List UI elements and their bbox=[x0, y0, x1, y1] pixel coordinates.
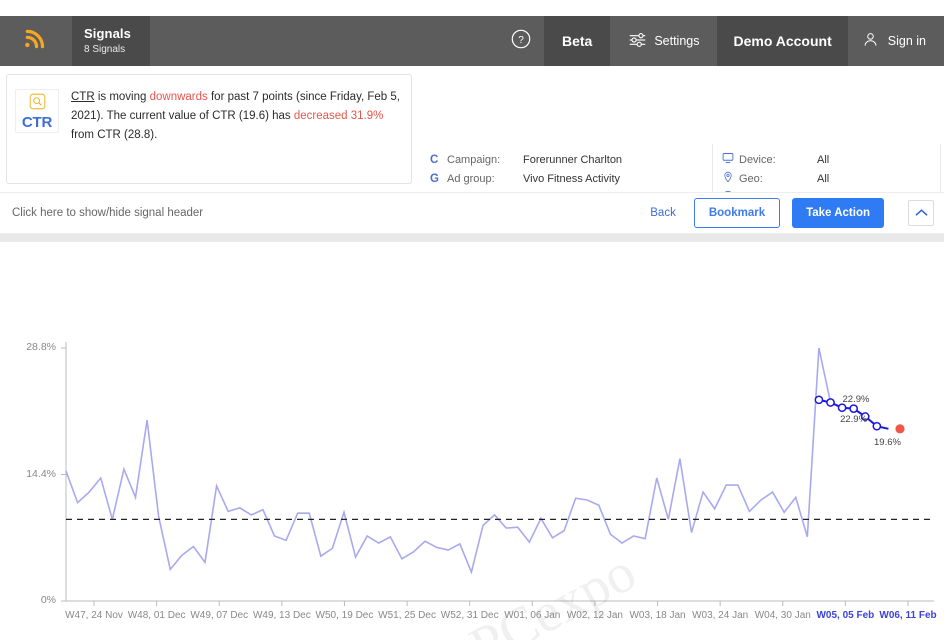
nav-beta-label: Beta bbox=[562, 33, 592, 49]
signal-summary-card: CTR CTR is moving downwards for past 7 p… bbox=[6, 74, 412, 184]
chart-toolbar: Zoom 0% Reset Cost Clicks Impres bbox=[0, 242, 944, 330]
chart-plot-area bbox=[0, 330, 944, 640]
meta-row-adgroup: G Ad group: Vivo Fitness Activity bbox=[430, 169, 635, 188]
ctr-line-chart: PPCexpo CTR 0%14.4%28.8% W47, 24 NovW48,… bbox=[0, 330, 944, 640]
x-tick-10: W03, 24 Jan bbox=[686, 610, 754, 621]
collapse-panel-button[interactable] bbox=[908, 200, 934, 226]
x-tick-7: W01, 06 Jan bbox=[498, 610, 566, 621]
meta-key-geo: Geo: bbox=[739, 173, 817, 185]
nav-settings-label: Settings bbox=[654, 34, 699, 48]
nav-account-label: Demo Account bbox=[733, 33, 831, 49]
meta-key-device: Device: bbox=[739, 154, 817, 166]
app-logo[interactable] bbox=[0, 16, 72, 66]
signal-metric-badge-label: CTR bbox=[22, 115, 52, 130]
nav-signals-title: Signals bbox=[84, 26, 150, 41]
nav-signin-label: Sign in bbox=[888, 34, 926, 48]
x-tick-6: W52, 31 Dec bbox=[436, 610, 504, 621]
svg-text:?: ? bbox=[518, 35, 524, 46]
signal-summary-text: CTR is moving downwards for past 7 point… bbox=[71, 87, 401, 183]
meta-row-geo: Geo: All bbox=[722, 169, 911, 188]
data-point-label-2: 19.6% bbox=[874, 437, 901, 448]
geo-pin-icon bbox=[722, 171, 739, 186]
adgroup-g-icon: G bbox=[430, 173, 447, 185]
magnifier-icon bbox=[29, 93, 46, 115]
y-tick-1: 14.4% bbox=[8, 468, 56, 480]
x-tick-9: W03, 18 Jan bbox=[624, 610, 692, 621]
x-tick-2: W49, 07 Dec bbox=[185, 610, 253, 621]
question-circle-icon: ? bbox=[510, 28, 532, 55]
signal-action-bar: Click here to show/hide signal header Ba… bbox=[0, 192, 944, 234]
meta-row-device: Device: All bbox=[722, 150, 911, 169]
meta-value-adgroup: Vivo Fitness Activity bbox=[523, 173, 620, 185]
x-tick-3: W49, 13 Dec bbox=[248, 610, 316, 621]
toggle-signal-header[interactable]: Click here to show/hide signal header bbox=[12, 207, 203, 219]
top-navigation-bar: Signals 8 Signals ? Beta bbox=[0, 16, 944, 66]
signal-text-part1: is moving bbox=[95, 91, 150, 103]
nav-signals-tab[interactable]: Signals 8 Signals bbox=[72, 16, 150, 66]
section-divider-band bbox=[0, 234, 944, 242]
data-point-label-0: 22.9% bbox=[843, 394, 870, 405]
nav-signals-count: 8 Signals bbox=[84, 43, 150, 57]
nav-signin-button[interactable]: Sign in bbox=[848, 16, 944, 66]
x-tick-8: W02, 12 Jan bbox=[561, 610, 629, 621]
signal-text-part3: from CTR (28.8). bbox=[71, 129, 157, 141]
nav-spacer bbox=[150, 16, 498, 66]
x-tick-0: W47, 24 Nov bbox=[60, 610, 128, 621]
signal-change: decreased 31.9% bbox=[294, 110, 384, 122]
take-action-button[interactable]: Take Action bbox=[792, 198, 884, 228]
bookmark-button[interactable]: Bookmark bbox=[694, 198, 780, 228]
sliders-icon bbox=[628, 32, 647, 51]
x-tick-12: W05, 05 Feb bbox=[811, 610, 879, 621]
nav-beta-tab[interactable]: Beta bbox=[544, 16, 610, 66]
x-tick-5: W51, 25 Dec bbox=[373, 610, 441, 621]
signal-metric-badge: CTR bbox=[15, 89, 59, 133]
meta-key-campaign: Campaign: bbox=[447, 154, 523, 166]
chevron-up-icon bbox=[915, 204, 928, 222]
meta-value-device: All bbox=[817, 154, 829, 166]
x-tick-13: W06, 11 Feb bbox=[874, 610, 942, 621]
signal-metric-name: CTR bbox=[71, 91, 95, 103]
back-button[interactable]: Back bbox=[650, 207, 676, 219]
meta-key-adgroup: Ad group: bbox=[447, 173, 523, 185]
campaign-c-icon: C bbox=[430, 154, 447, 166]
signal-direction: downwards bbox=[150, 91, 208, 103]
user-icon bbox=[862, 31, 879, 51]
x-tick-4: W50, 19 Dec bbox=[310, 610, 378, 621]
signal-header-panel: CTR CTR is moving downwards for past 7 p… bbox=[0, 66, 944, 192]
nav-settings-button[interactable]: Settings bbox=[610, 16, 717, 66]
y-tick-2: 28.8% bbox=[8, 341, 56, 353]
y-tick-0: 0% bbox=[8, 594, 56, 606]
data-point-label-1: 22.9% bbox=[840, 414, 867, 425]
x-tick-11: W04, 30 Jan bbox=[749, 610, 817, 621]
meta-value-geo: All bbox=[817, 173, 829, 185]
meta-row-campaign: C Campaign: Forerunner Charlton bbox=[430, 150, 635, 169]
device-icon bbox=[722, 152, 739, 167]
rss-signal-icon bbox=[23, 26, 49, 57]
help-button[interactable]: ? bbox=[498, 16, 544, 66]
page-top-spacer bbox=[0, 0, 944, 16]
meta-value-campaign: Forerunner Charlton bbox=[523, 154, 622, 166]
x-tick-1: W48, 01 Dec bbox=[123, 610, 191, 621]
nav-account-tab[interactable]: Demo Account bbox=[717, 16, 847, 66]
